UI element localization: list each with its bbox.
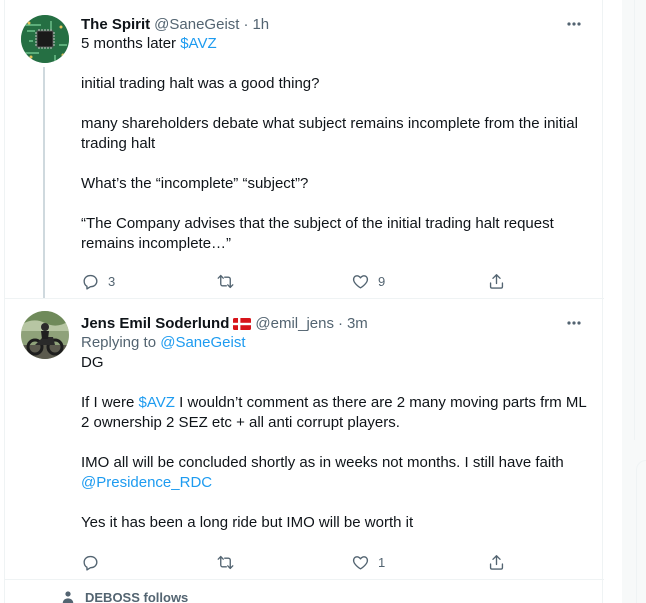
share-icon xyxy=(489,273,504,289)
tweet-paragraph: “The Company advises that the subject of… xyxy=(81,215,554,232)
tweet-paragraph-cont: 2 ownership 2 SEZ etc + all anti corrupt… xyxy=(81,414,400,431)
page: The Spirit @SaneGeist · 1h 5 months late… xyxy=(0,0,646,603)
retweet-button[interactable] xyxy=(216,272,286,291)
tweet-body: Jens Emil Soderlund @emil_jens · 3m Repl… xyxy=(81,313,588,533)
tweet-actions: 1 xyxy=(81,552,506,572)
tweet-text: 5 months later $AVZ initial trading halt… xyxy=(81,34,588,254)
tweet-paragraph: DG xyxy=(81,354,104,371)
display-name[interactable]: The Spirit xyxy=(81,16,150,33)
tweet-actions: 3 9 xyxy=(81,271,506,291)
tweet-paragraph: If I were $AVZ I wouldn’t comment as the… xyxy=(81,393,588,413)
like-count: 1 xyxy=(378,554,386,570)
person-icon xyxy=(62,591,74,603)
social-context-label: DEBOSS follows xyxy=(85,589,189,603)
avatar-image-circuit xyxy=(21,15,69,63)
like-count: 9 xyxy=(378,273,386,289)
tweet-header: Jens Emil Soderlund @emil_jens · 3m xyxy=(81,313,588,333)
timeline-column: The Spirit @SaneGeist · 1h 5 months late… xyxy=(4,0,604,603)
more-options-icon[interactable] xyxy=(560,10,588,38)
avatar[interactable] xyxy=(21,311,69,359)
timestamp[interactable]: 1h xyxy=(252,16,269,33)
reply-icon xyxy=(83,555,98,571)
tweet-text: Replying to @SaneGeist DG If I were $AVZ… xyxy=(81,333,588,533)
retweet-button[interactable] xyxy=(216,553,286,572)
social-context[interactable]: DEBOSS follows xyxy=(61,588,188,603)
share-icon xyxy=(489,554,504,570)
separator-dot: · xyxy=(337,314,343,332)
separator-dot: · xyxy=(243,15,249,33)
reply-count: 3 xyxy=(108,273,116,289)
more-options-icon[interactable] xyxy=(560,309,588,337)
reply-icon xyxy=(83,274,98,290)
tweet-paragraph: initial trading halt was a good thing? xyxy=(81,75,320,92)
tweet-body: The Spirit @SaneGeist · 1h 5 months late… xyxy=(81,14,588,254)
mention-link[interactable]: @Presidence_RDC xyxy=(81,474,212,491)
replying-to: Replying to @SaneGeist xyxy=(81,333,588,353)
cashtag-link[interactable]: $AVZ xyxy=(139,394,175,411)
user-handle[interactable]: @SaneGeist xyxy=(154,16,239,33)
text-segment: If I were xyxy=(81,394,139,411)
tweet-paragraph: Yes it has been a long ride but IMO will… xyxy=(81,514,414,531)
reply-button[interactable] xyxy=(81,553,151,572)
reply-button[interactable]: 3 xyxy=(81,272,151,291)
tweet-header: The Spirit @SaneGeist · 1h xyxy=(81,14,588,34)
text-segment: I wouldn’t comment as there are 2 many m… xyxy=(174,394,587,411)
cashtag-link[interactable]: $AVZ xyxy=(180,35,216,52)
timestamp[interactable]: 3m xyxy=(347,315,368,332)
tweet-line: 5 months later $AVZ xyxy=(81,34,588,54)
heart-icon xyxy=(352,555,369,570)
like-button[interactable]: 9 xyxy=(351,272,421,291)
text-segment: 5 months later xyxy=(81,35,181,52)
display-name[interactable]: Jens Emil Soderlund xyxy=(81,315,229,332)
thread-connector-line xyxy=(43,67,45,298)
user-handle[interactable]: @emil_jens xyxy=(255,315,334,332)
denmark-flag-icon xyxy=(233,317,252,330)
replying-prefix: Replying to xyxy=(81,334,161,351)
heart-icon xyxy=(352,274,369,289)
share-button[interactable] xyxy=(486,272,506,291)
like-button[interactable]: 1 xyxy=(351,553,421,572)
avatar-image-motorcycle xyxy=(21,311,69,359)
retweet-icon xyxy=(217,274,234,288)
tweet[interactable]: Jens Emil Soderlund @emil_jens · 3m Repl… xyxy=(5,298,604,580)
tweet-paragraph-cont: remains incomplete…” xyxy=(81,235,232,252)
mention-link[interactable]: @SaneGeist xyxy=(160,334,245,351)
right-sidebar-background xyxy=(622,0,646,603)
tweet-paragraph: What’s the “incomplete” “subject”? xyxy=(81,175,309,192)
tweet-paragraph-cont: @Presidence_RDC xyxy=(81,473,588,493)
tweet[interactable]: The Spirit @SaneGeist · 1h 5 months late… xyxy=(5,0,604,298)
sidebar-edge xyxy=(634,0,646,440)
retweet-icon xyxy=(217,555,234,569)
tweet-paragraph-cont: trading halt xyxy=(81,135,156,152)
avatar[interactable] xyxy=(21,15,69,63)
share-button[interactable] xyxy=(486,553,506,572)
tweet-paragraph: many shareholders debate what subject re… xyxy=(81,115,578,132)
tweet-paragraph: IMO all will be concluded shortly as in … xyxy=(81,454,564,471)
sidebar-panel xyxy=(636,460,646,603)
